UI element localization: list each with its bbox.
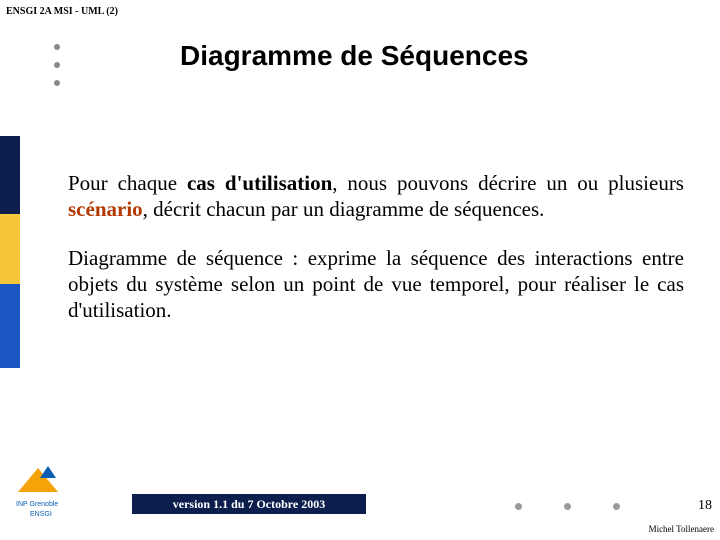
bar-blue	[0, 284, 20, 368]
bullet-dot	[54, 44, 60, 50]
author-name: Michel Tollenaere	[649, 524, 714, 534]
bullet-dot	[54, 62, 60, 68]
version-bar: version 1.1 du 7 Octobre 2003	[132, 494, 366, 514]
bar-yellow	[0, 214, 20, 284]
footer-dots	[515, 503, 620, 510]
bullet-dot	[54, 80, 60, 86]
version-text: version 1.1 du 7 Octobre 2003	[173, 497, 325, 512]
p1-text: , nous pouvons décrire un ou plusieurs	[332, 171, 684, 195]
logo-icon: INP Grenoble ENSGI	[16, 464, 86, 520]
slide: ENSGI 2A MSI - UML (2) Diagramme de Séqu…	[0, 0, 720, 540]
p1-text: Pour chaque	[68, 171, 187, 195]
footer-dot	[564, 503, 571, 510]
p1-scenario: scénario	[68, 197, 143, 221]
p1-text: , décrit chacun par un diagramme de séqu…	[143, 197, 545, 221]
side-color-bars	[0, 136, 20, 368]
paragraph-1: Pour chaque cas d'utilisation, nous pouv…	[68, 170, 684, 223]
inp-grenoble-logo: INP Grenoble ENSGI	[16, 464, 86, 520]
page-number: 18	[698, 498, 712, 514]
course-header: ENSGI 2A MSI - UML (2)	[6, 6, 118, 17]
logo-line-2: ENSGI	[30, 511, 52, 518]
slide-title: Diagramme de Séquences	[180, 40, 660, 72]
p1-use-case: cas d'utilisation	[187, 171, 332, 195]
footer-dot	[515, 503, 522, 510]
footer-dot	[613, 503, 620, 510]
slide-body: Pour chaque cas d'utilisation, nous pouv…	[68, 170, 684, 345]
logo-line-1: INP Grenoble	[16, 501, 58, 508]
paragraph-2: Diagramme de séquence : exprime la séque…	[68, 245, 684, 324]
bar-navy	[0, 136, 20, 214]
title-bullets	[54, 32, 60, 98]
